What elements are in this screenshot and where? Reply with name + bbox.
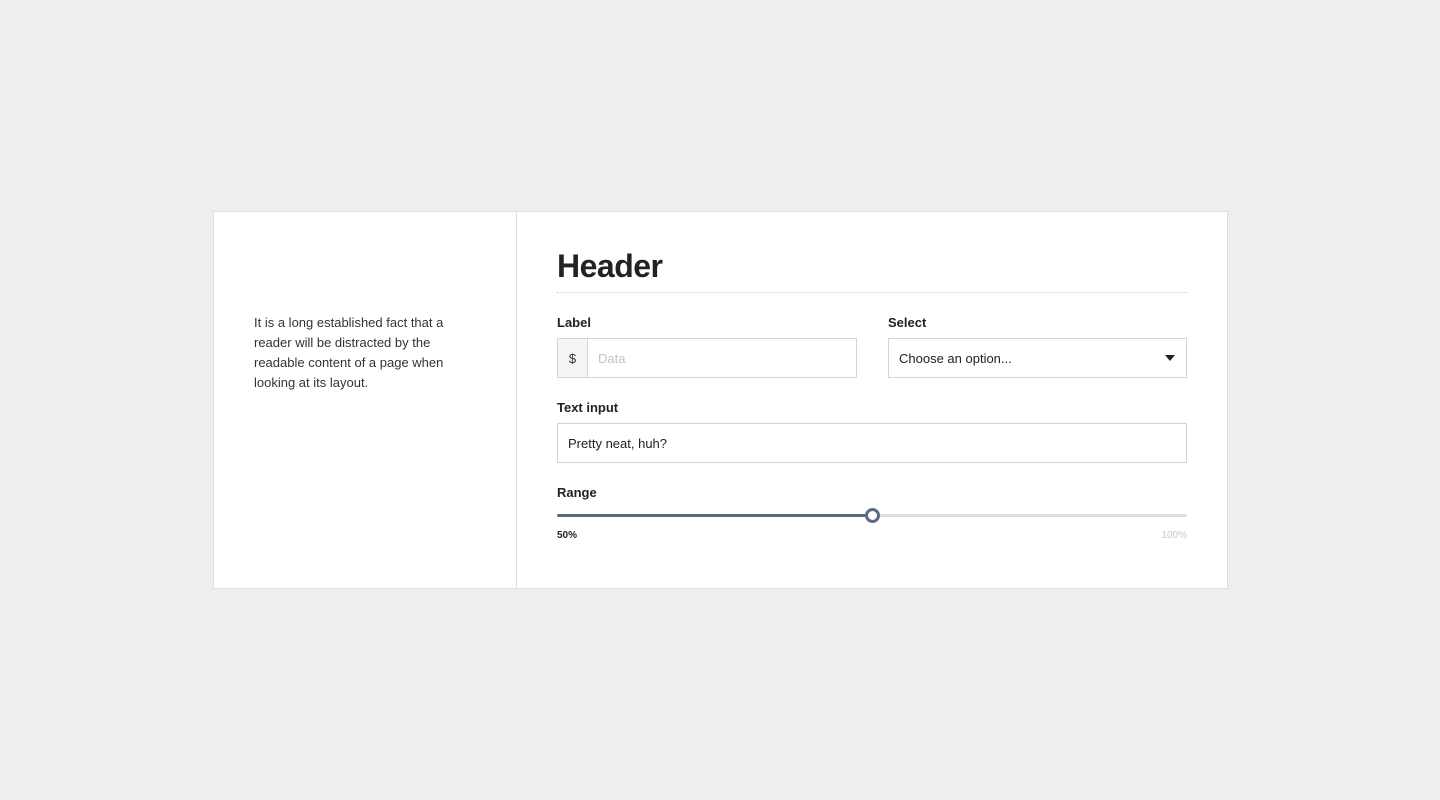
sidebar-panel: It is a long established fact that a rea… [214,212,517,588]
range-current-value: 50% [557,530,578,541]
range-slider[interactable] [557,508,1187,524]
range-field: Range 50% 100% [557,485,1187,542]
select-value: Choose an option... [899,350,1012,366]
page-title: Header [557,246,1187,293]
label-input-group: $ [557,338,857,378]
select-field-label: Select [888,315,927,330]
data-input[interactable] [588,339,856,377]
label-field-label: Label [557,315,591,330]
top-row: Label $ Select Choose an option... [557,315,1187,378]
text-input[interactable] [558,424,1186,462]
option-select[interactable]: Choose an option... [888,338,1187,378]
range-fill [557,514,872,517]
range-max-value: 100% [1161,530,1187,541]
range-thumb[interactable] [865,508,880,523]
range-labels: 50% 100% [557,530,1187,542]
text-input-wrapper [557,423,1187,463]
form-card: It is a long established fact that a rea… [213,211,1228,589]
currency-prefix: $ [558,339,588,377]
description-text: It is a long established fact that a rea… [254,315,444,390]
range-label: Range [557,485,597,500]
select-field: Select Choose an option... [888,315,1187,378]
form-panel: Header Label $ Select Choose an option..… [517,212,1227,588]
text-input-label: Text input [557,400,619,415]
label-field: Label $ [557,315,857,378]
chevron-down-icon [1165,355,1175,361]
text-input-field: Text input [557,400,1187,463]
